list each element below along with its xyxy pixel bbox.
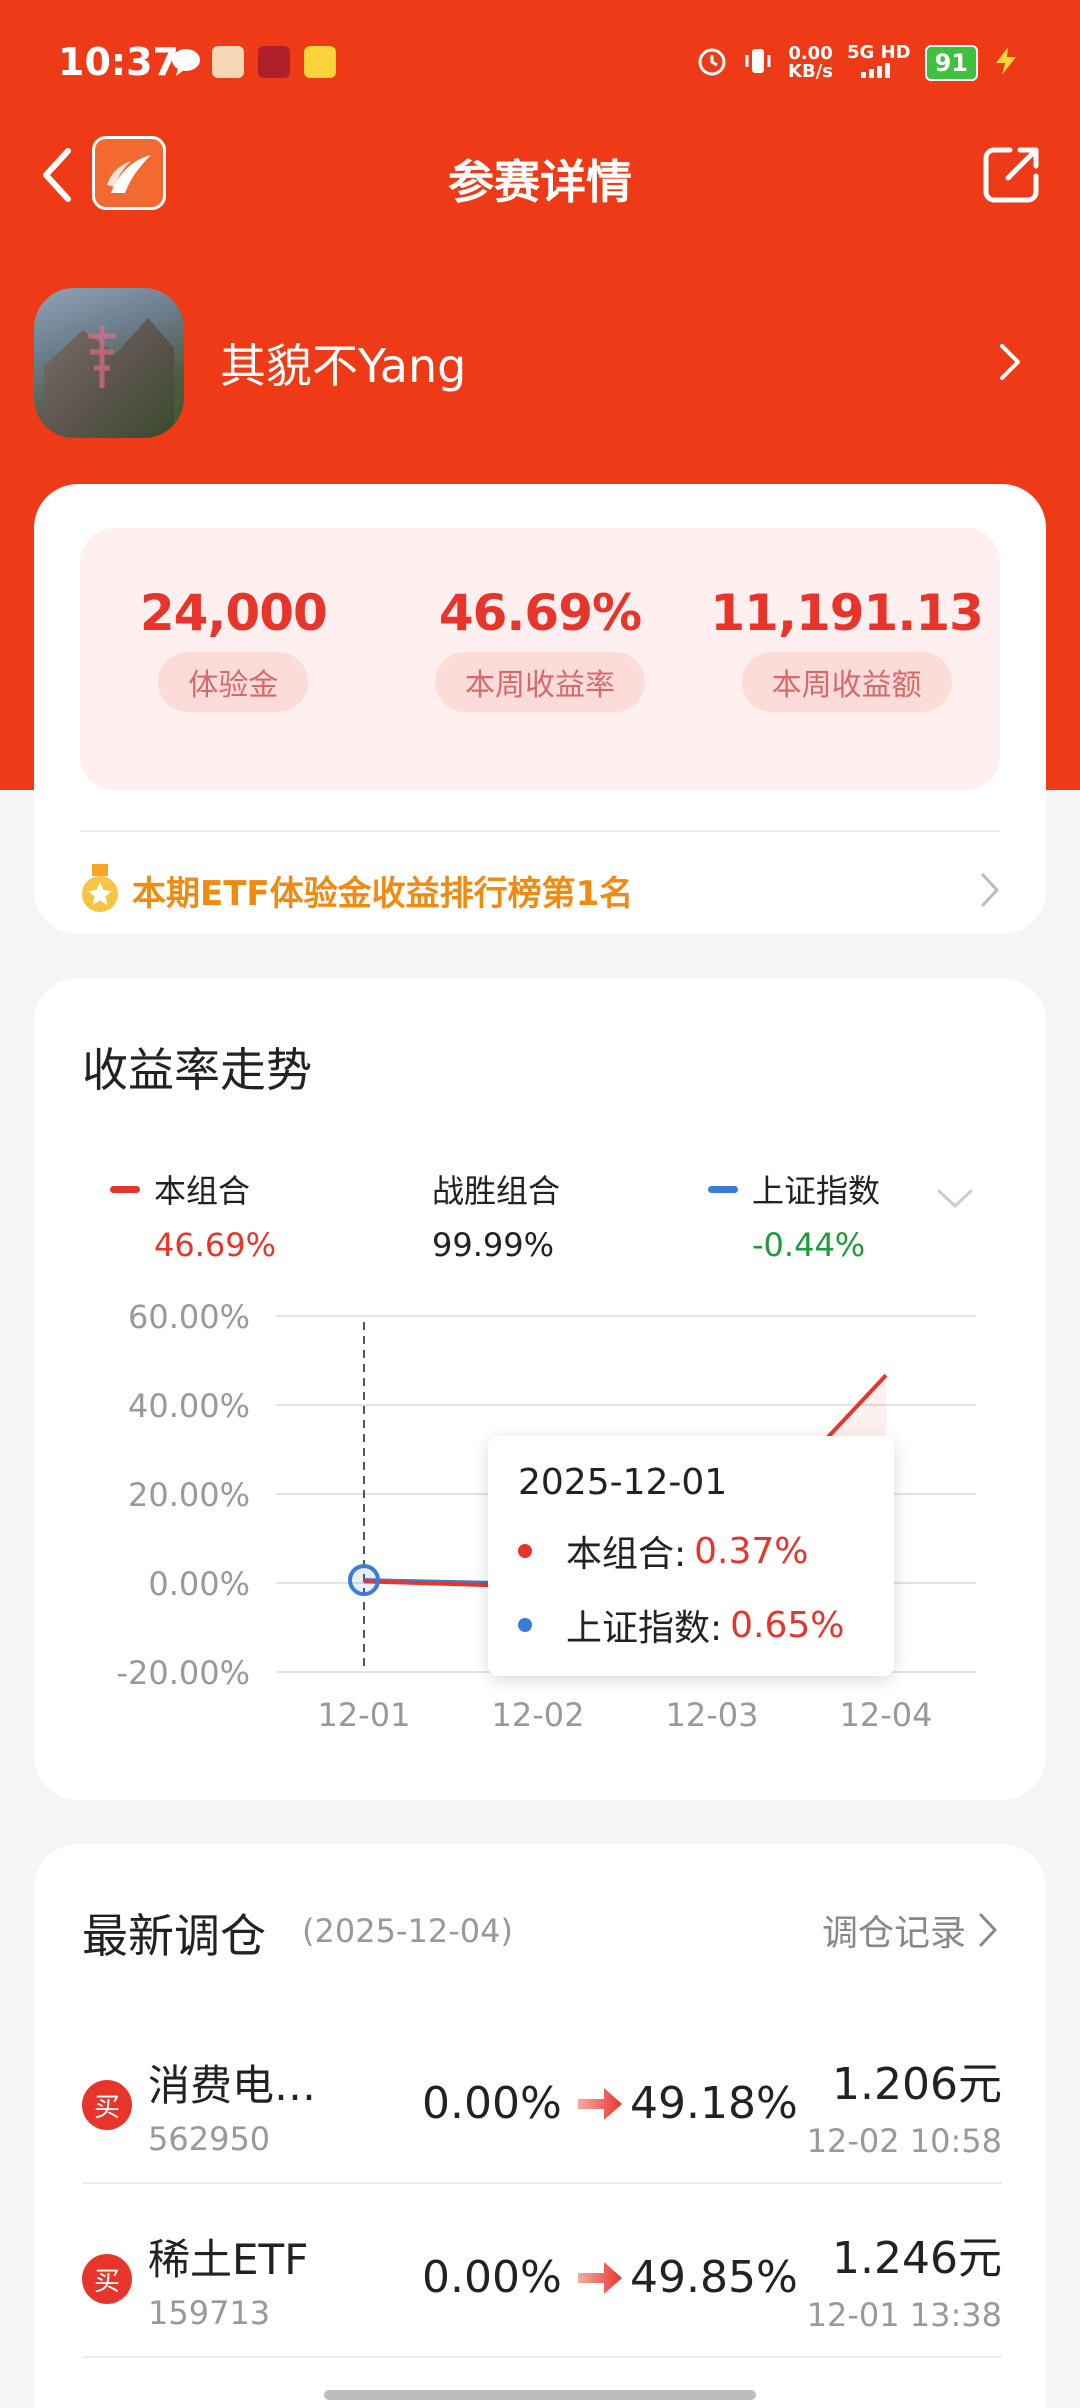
trade-from-weight: 0.00% [422, 2252, 562, 2303]
chart-card: 收益率走势 本组合 46.69% 战胜组合 99.99% 上证指数 -0.44%… [34, 978, 1046, 1800]
trade-code: 159713 [148, 2294, 271, 2332]
trade-time: 12-01 13:38 [806, 2296, 1002, 2334]
home-indicator[interactable] [324, 2390, 756, 2400]
point-marker [348, 1564, 380, 1597]
tooltip-value: 0.37% [694, 1530, 809, 1572]
rebalance-history-label: 调仓记录 [821, 1913, 966, 1954]
message-icon [170, 46, 202, 78]
trade-from-weight: 0.00% [422, 2078, 562, 2129]
rebalance-history-link[interactable]: 调仓记录 [822, 1904, 998, 1956]
stat-value: 11,191.13 [710, 584, 984, 642]
x-tick-label: 12-03 [666, 1696, 759, 1734]
stat-experience-fund: 24,000 体验金 [83, 584, 383, 790]
vibrate-icon [742, 45, 774, 82]
y-tick-label: -20.00% [116, 1654, 250, 1692]
stats-panel: 24,000 体验金 46.69% 本周收益率 11,191.13 本周收益额 [80, 528, 1000, 790]
buy-badge: 买 [82, 2080, 132, 2130]
app-icon [258, 46, 290, 78]
net-speed-unit: KB/s [788, 61, 834, 82]
x-tick-label: 12-04 [840, 1696, 933, 1734]
divider [82, 2356, 1002, 2358]
divider [82, 2182, 1002, 2184]
x-tick-label: 12-02 [492, 1696, 585, 1734]
tooltip-date: 2025-12-01 [518, 1462, 728, 1503]
rank-banner[interactable]: 本期ETF体验金收益排行榜第1名 [80, 860, 1000, 920]
status-bar: 10:37 0.00 KB/s 5G HD 91 [0, 0, 1080, 120]
buy-badge: 买 [82, 2254, 132, 2304]
medal-icon [80, 864, 120, 916]
rebalance-card: 最新调仓 (2025-12-04) 调仓记录 买 消费电… 562950 0.0… [34, 1844, 1046, 2408]
stat-label: 本周收益率 [434, 652, 645, 712]
trade-name: 消费电… [148, 2061, 317, 2110]
nav-bar: 参赛详情 [0, 120, 1080, 230]
tooltip-row: 本组合: 0.37% [518, 1525, 864, 1577]
alarm-icon [696, 45, 728, 82]
battery-indicator: 91 [924, 45, 978, 81]
trade-row[interactable]: 买 稀土ETF 159713 0.00% 49.85% 1.246元 12-01… [82, 2194, 1002, 2368]
stat-weekly-return-rate: 46.69% 本周收益率 [390, 584, 690, 790]
trade-name: 稀土ETF [148, 2235, 309, 2284]
tooltip-row: 上证指数: 0.65% [518, 1599, 864, 1651]
status-time: 10:37 [58, 40, 179, 84]
line-chart[interactable]: 60.00% 40.00% 20.00% 0.00% -20.00% 12-01 12-02… [34, 978, 1046, 1800]
network-type: 5G HD [847, 42, 911, 63]
tooltip-dot [518, 1544, 532, 1558]
x-tick-label: 12-01 [318, 1696, 411, 1734]
trade-price: 1.206元 [832, 2059, 1002, 2110]
trade-price: 1.246元 [832, 2233, 1002, 2284]
avatar-decoration [82, 322, 122, 392]
tooltip-label: 上证指数: [566, 1608, 723, 1649]
y-tick-label: 0.00% [148, 1565, 250, 1603]
trade-to-weight: 49.18% [630, 2078, 798, 2129]
y-tick-label: 40.00% [128, 1387, 250, 1425]
trade-time: 12-02 10:58 [806, 2122, 1002, 2160]
network-indicator: 5G HD [847, 44, 911, 82]
tooltip-label: 本组合: [566, 1534, 687, 1575]
trade-row[interactable]: 买 消费电… 562950 0.00% 49.18% 1.206元 12-02 … [82, 2020, 1002, 2194]
tooltip-value: 0.65% [730, 1604, 845, 1646]
y-tick-label: 60.00% [128, 1298, 250, 1336]
trade-code: 562950 [148, 2120, 271, 2158]
net-speed: 0.00 KB/s [788, 45, 833, 81]
stat-label: 体验金 [158, 652, 309, 712]
trade-to-weight: 49.85% [630, 2252, 798, 2303]
stat-value: 46.69% [438, 584, 642, 642]
share-icon[interactable] [980, 142, 1044, 206]
rebalance-title: 最新调仓 [82, 1909, 266, 1963]
stat-label: 本周收益额 [741, 652, 952, 712]
y-tick-label: 20.00% [128, 1476, 250, 1514]
signal-icon [847, 62, 911, 82]
rebalance-date: (2025-12-04) [302, 1912, 513, 1950]
stats-card: 24,000 体验金 46.69% 本周收益率 11,191.13 本周收益额 … [34, 484, 1046, 934]
page-title: 参赛详情 [448, 155, 632, 209]
charging-icon [992, 45, 1020, 82]
arrow-right-icon [576, 2258, 624, 2298]
chevron-right-icon [979, 1913, 997, 1947]
app-icon [304, 46, 336, 78]
stat-weekly-return-amount: 11,191.13 本周收益额 [697, 584, 997, 790]
chart-tooltip: 2025-12-01 本组合: 0.37% 上证指数: 0.65% [488, 1436, 894, 1676]
rank-text: 本期ETF体验金收益排行榜第1名 [132, 873, 634, 914]
avatar[interactable] [34, 288, 184, 438]
app-icon [212, 46, 244, 78]
username[interactable]: 其貌不Yang [220, 330, 466, 396]
chevron-right-icon[interactable] [980, 872, 1000, 908]
arrow-right-icon [576, 2084, 624, 2124]
divider [80, 830, 1000, 832]
tooltip-dot [518, 1618, 532, 1632]
chevron-right-icon[interactable] [998, 342, 1022, 382]
stat-value: 24,000 [139, 584, 328, 642]
